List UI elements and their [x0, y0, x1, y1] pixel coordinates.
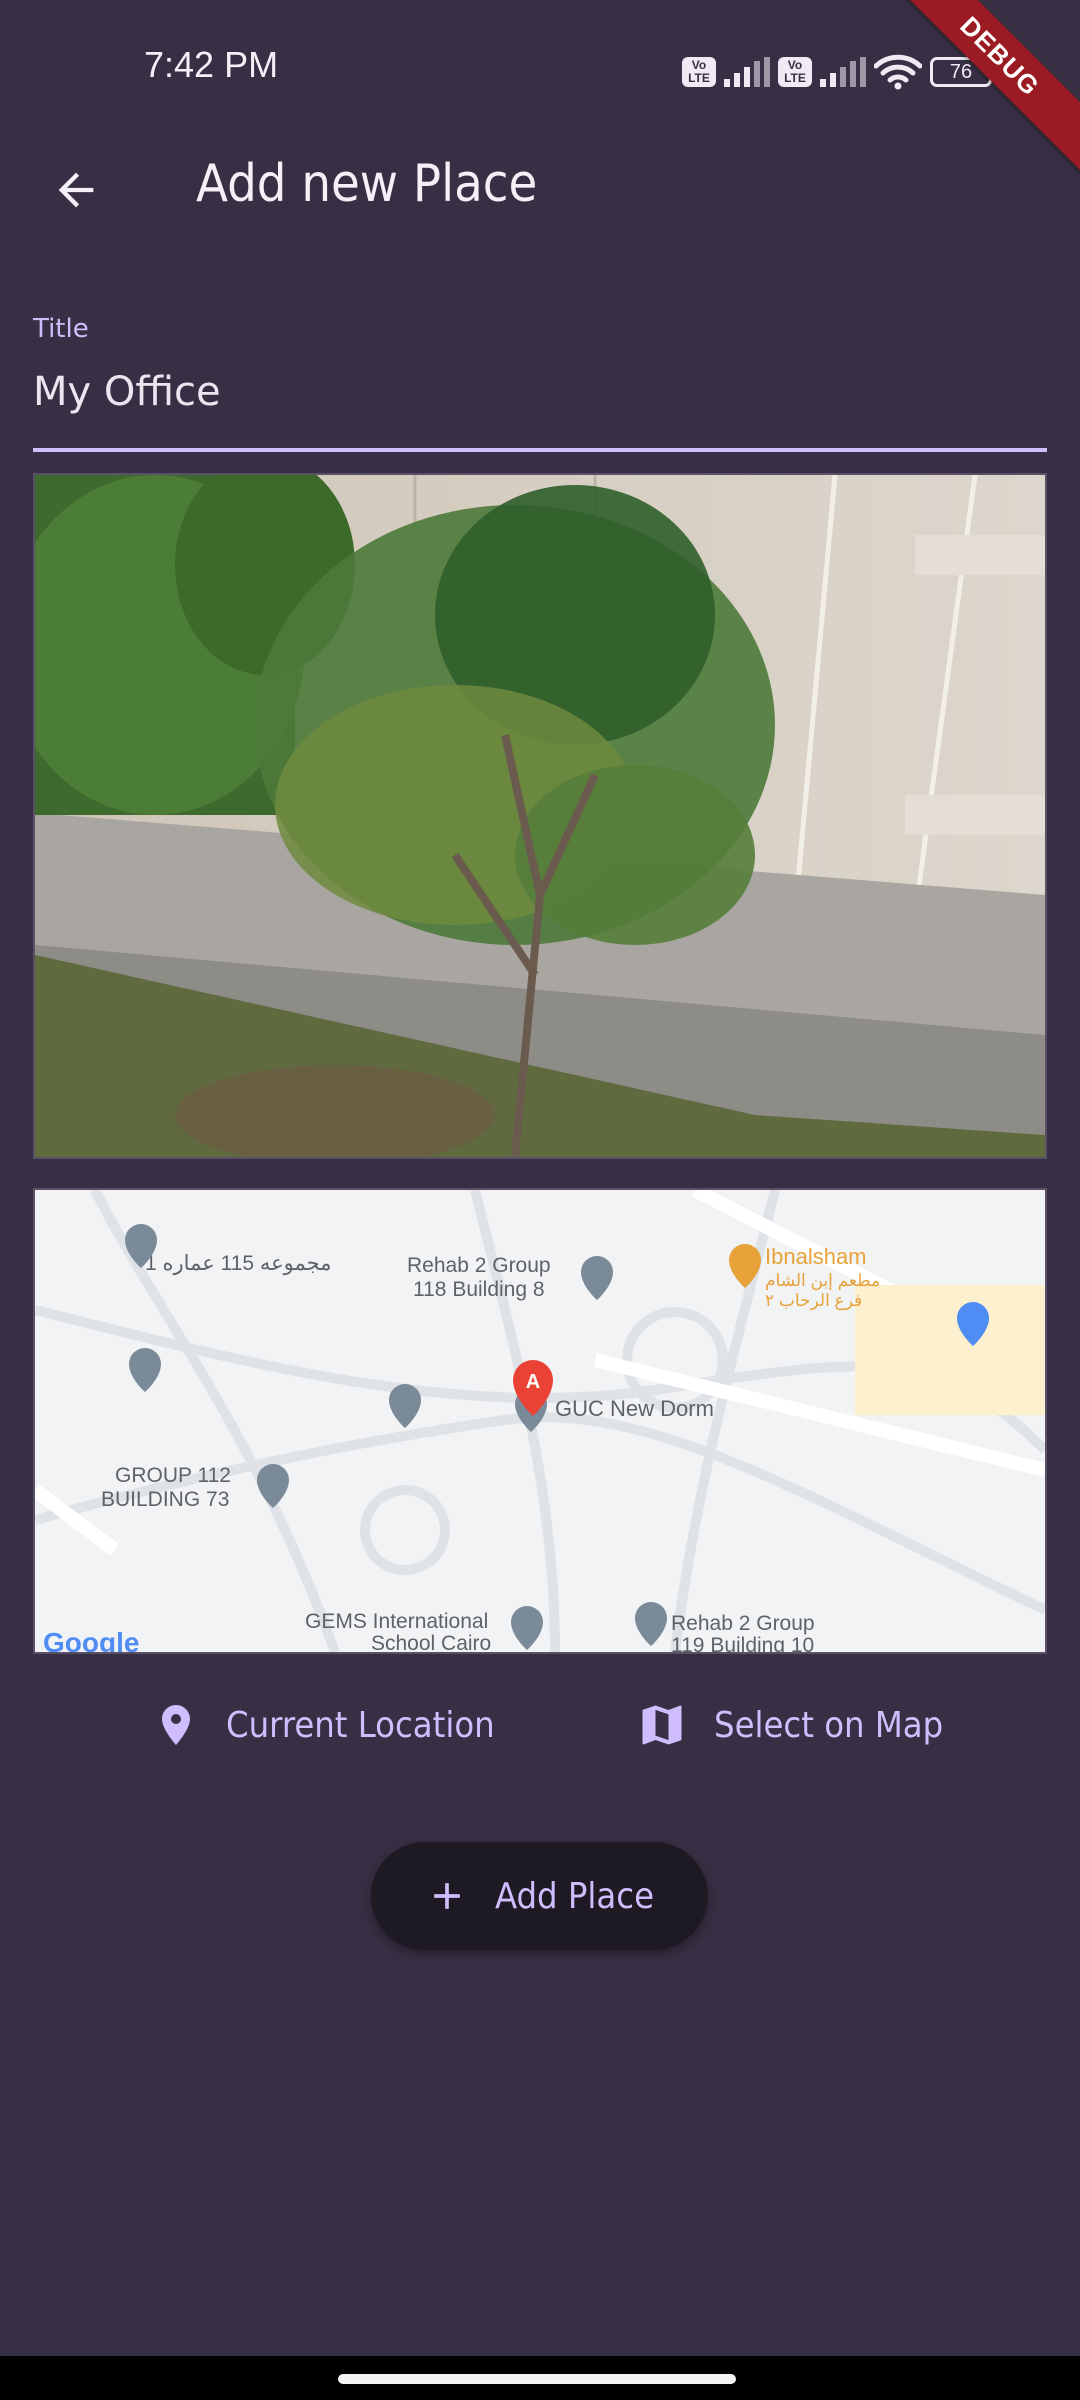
title-input[interactable]	[33, 362, 1047, 422]
map-label-115: مجموعه 115 عماره 1	[145, 1252, 331, 1276]
map-label-gems-l2: School Cairo	[371, 1632, 491, 1652]
status-icons: Vo LTE Vo LTE 76	[682, 50, 992, 94]
select-on-map-label: Select on Map	[714, 1704, 944, 1746]
map-icon	[642, 1705, 682, 1745]
map-label-rehab-118-l2: 118 Building 8	[413, 1278, 545, 1301]
page-title: Add new Place	[196, 154, 538, 214]
battery-level: 76	[949, 61, 973, 83]
volte-icon-2: Vo LTE	[778, 57, 812, 87]
add-place-label: Add Place	[494, 1875, 655, 1917]
back-button[interactable]	[40, 154, 112, 226]
status-bar: 7:42 PM Vo LTE Vo LTE 76 DEBUG	[0, 0, 1080, 172]
current-location-label: Current Location	[226, 1704, 495, 1746]
select-on-map-button[interactable]: Select on Map	[636, 1690, 943, 1760]
home-indicator[interactable]	[338, 2374, 736, 2384]
map-label-ibnalsham: Ibnalsham	[765, 1244, 867, 1269]
map-label-ibnalsham-ar1: مطعم إبن الشام	[765, 1271, 880, 1291]
location-actions: Current Location Select on Map	[0, 1690, 1080, 1760]
status-time: 7:42 PM	[144, 44, 279, 85]
image-preview[interactable]	[33, 473, 1047, 1159]
place-photo	[35, 475, 1045, 1157]
current-location-button[interactable]: Current Location	[152, 1690, 495, 1760]
wifi-icon	[874, 54, 922, 90]
map-label-guc-dorm: GUC New Dorm	[555, 1396, 714, 1421]
map-label-gems-l1: GEMS International	[305, 1610, 488, 1633]
arrow-back-icon	[58, 172, 94, 208]
map-label-rehab-118-l1: Rehab 2 Group	[407, 1254, 551, 1277]
map-label-ibnalsham-ar2: فرع الرحاب ٢	[765, 1291, 862, 1311]
map-preview[interactable]: مجموعه 115 عماره 1 Rehab 2 Group 118 Bui…	[33, 1188, 1047, 1654]
title-field-label: Title	[33, 314, 89, 344]
map-label-group112-l2: BUILDING 73	[101, 1488, 229, 1511]
google-logo: Google	[43, 1627, 139, 1652]
plus-icon	[434, 1883, 460, 1909]
signal-icon-2	[820, 57, 866, 87]
map-label-group112-l1: GROUP 112	[115, 1464, 231, 1487]
volte-icon: Vo LTE	[682, 57, 716, 87]
location-pin-icon	[162, 1705, 190, 1745]
title-field[interactable]: Title	[33, 310, 1047, 452]
map-marker-letter: A	[526, 1371, 540, 1393]
app-bar: Add new Place	[0, 140, 1080, 240]
map-label-rehab-119-l1: Rehab 2 Group	[671, 1612, 815, 1635]
map-label-rehab-119-l2: 119 Building 10	[671, 1634, 814, 1652]
add-place-button[interactable]: Add Place	[371, 1842, 708, 1950]
map-image: مجموعه 115 عماره 1 Rehab 2 Group 118 Bui…	[35, 1190, 1045, 1652]
signal-icon	[724, 57, 770, 87]
system-nav-bar	[0, 2356, 1080, 2400]
